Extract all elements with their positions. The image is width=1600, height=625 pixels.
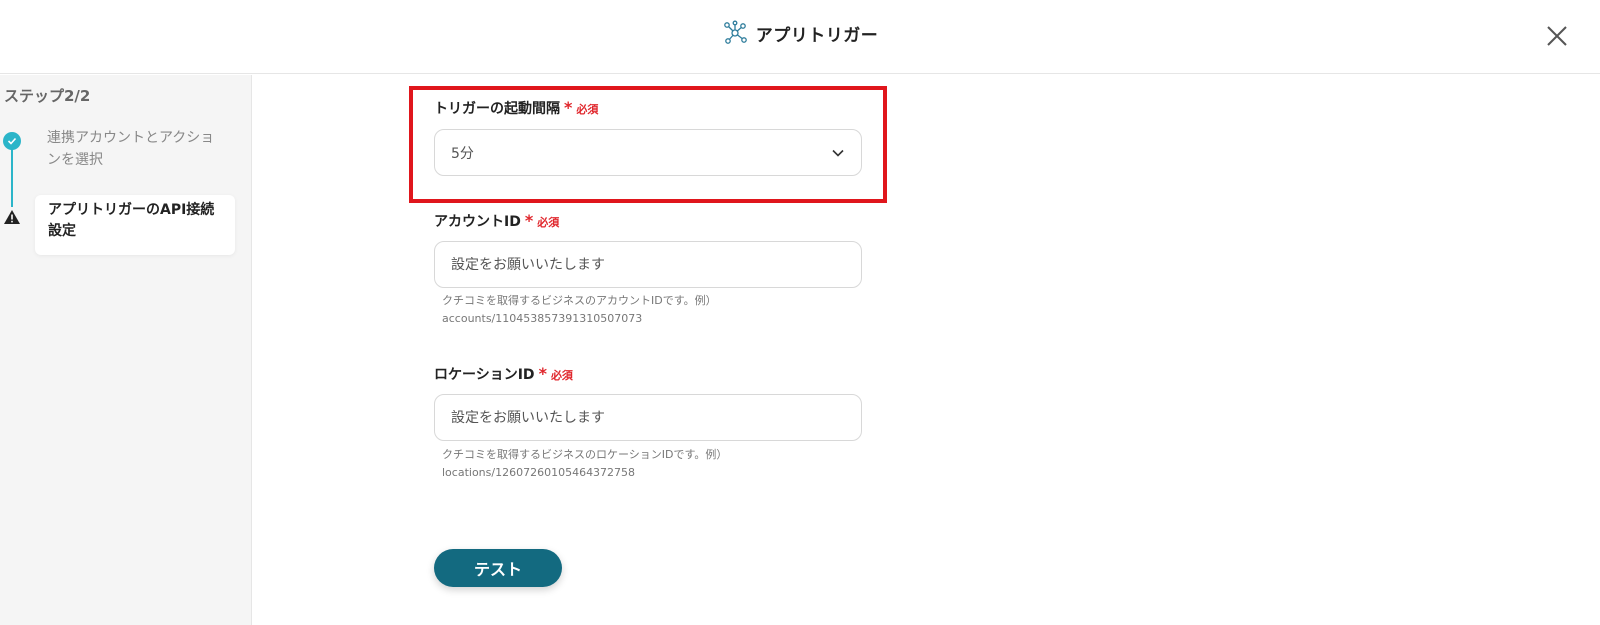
location-id-input[interactable] [451,409,845,426]
location-id-help: クチコミを取得するビジネスのロケーションIDです。例） locations/12… [442,446,842,482]
modal-header: アプリトリガー [0,0,1600,74]
page-title: アプリトリガー [755,25,879,46]
account-id-example: accounts/110453857391310507073 [442,312,643,325]
step-connector-line [11,147,13,207]
required-badge: 必須 [550,369,573,382]
location-id-help-text: クチコミを取得するビジネスのロケーションIDです。例） [442,448,728,461]
account-id-label: アカウントID * 必須 [434,211,559,231]
header-title-group: アプリトリガー [0,20,1600,46]
account-id-field[interactable] [434,241,862,288]
network-nodes-icon [723,20,747,44]
check-circle-icon [3,132,21,150]
location-id-label: ロケーションID * 必須 [434,364,573,384]
location-id-example: locations/12607260105464372758 [442,466,636,479]
sidebar-step-2: アプリトリガーのAPI接続設定 [48,202,215,239]
step-counter: ステップ2/2 [4,87,91,105]
warning-icon [4,210,20,224]
account-id-help-text: クチコミを取得するビジネスのアカウントIDです。例） [442,294,717,307]
location-id-label-text: ロケーションID [434,367,535,383]
required-badge: 必須 [537,216,560,229]
close-icon[interactable] [1544,23,1570,49]
required-asterisk: * [524,211,534,230]
required-asterisk: * [538,364,547,383]
test-button[interactable]: テスト [434,549,562,587]
location-id-field[interactable] [434,394,862,441]
highlight-annotation [409,86,887,203]
sidebar-step-1[interactable]: 連携アカウントとアクションを選択 [47,127,227,171]
step-sidebar: ステップ2/2 連携アカウントとアクションを選択 アプリトリガーのAPI接続設定 [0,75,252,625]
account-id-label-text: アカウントID [434,214,521,230]
account-id-help: クチコミを取得するビジネスのアカウントIDです。例） accounts/1104… [442,292,842,328]
account-id-input[interactable] [451,256,845,273]
